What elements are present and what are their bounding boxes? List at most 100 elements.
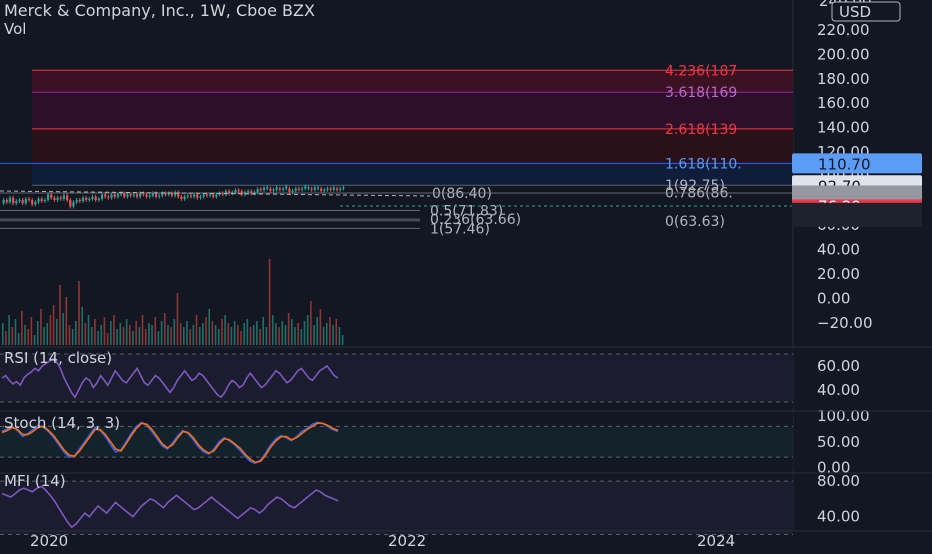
candle-body bbox=[266, 187, 269, 189]
candle-body bbox=[339, 188, 342, 190]
candle-body bbox=[221, 193, 224, 195]
candle-body bbox=[193, 194, 196, 197]
candle-body bbox=[12, 197, 15, 204]
candle-body bbox=[100, 194, 104, 199]
candle-body bbox=[161, 193, 164, 196]
volume-bar bbox=[160, 321, 163, 345]
candle-body bbox=[24, 198, 27, 204]
candle-body bbox=[215, 194, 218, 197]
chart-svg[interactable]: 4.236(1873.618(1692.618(1391.618(110.1(9… bbox=[0, 0, 932, 550]
price-tag-overlap bbox=[792, 212, 922, 227]
volume-bar bbox=[90, 327, 93, 345]
volume-bar bbox=[87, 315, 90, 345]
candle-body bbox=[50, 194, 53, 198]
volume-bar bbox=[170, 327, 172, 345]
volume-bar bbox=[84, 323, 87, 345]
candle-body bbox=[129, 194, 132, 196]
symbol-title[interactable]: Merck & Company, Inc., 1W, Cboe BZX bbox=[4, 2, 315, 20]
candle-body bbox=[291, 190, 294, 192]
rsi-label: RSI (14, close) bbox=[4, 349, 112, 367]
candle-body bbox=[158, 195, 161, 197]
candle-body bbox=[123, 193, 126, 197]
volume-bar bbox=[59, 285, 61, 345]
volume-bar bbox=[144, 329, 147, 345]
volume-bar bbox=[11, 327, 14, 345]
volume-bar bbox=[252, 325, 255, 345]
stoch-axis-label: 100.00 bbox=[817, 407, 870, 425]
candle-body bbox=[227, 191, 231, 194]
volume-bar bbox=[43, 327, 45, 345]
candle-body bbox=[288, 188, 291, 192]
volume-bar bbox=[192, 325, 195, 345]
candle-body bbox=[154, 193, 158, 197]
candle-body bbox=[313, 187, 316, 190]
volume-bar bbox=[141, 315, 144, 345]
volume-bar bbox=[173, 319, 176, 345]
volume-bar bbox=[30, 317, 33, 345]
candle-body bbox=[43, 199, 46, 202]
candle-body bbox=[120, 193, 123, 195]
volume-bar bbox=[189, 329, 191, 345]
volume-bar bbox=[227, 323, 230, 345]
volume-bar bbox=[154, 317, 157, 345]
candle-body bbox=[275, 187, 278, 190]
candle-body bbox=[326, 188, 329, 190]
candle-body bbox=[164, 193, 167, 195]
chart-stage[interactable]: 4.236(187 3.618(169 2.618(139 1.618(110. 1(9… bbox=[0, 0, 932, 550]
fib-ext-label: 3.618(169 bbox=[665, 85, 737, 101]
volume-bar bbox=[310, 301, 312, 345]
candle-body bbox=[323, 189, 326, 191]
candle-body bbox=[278, 188, 281, 190]
candle-body bbox=[126, 194, 129, 197]
time-axis-label: 2020 bbox=[30, 532, 68, 550]
candle-body bbox=[66, 195, 69, 200]
volume-bar bbox=[287, 313, 290, 345]
volume-bar bbox=[75, 321, 77, 345]
volume-bar bbox=[151, 325, 153, 345]
volume-bar bbox=[316, 317, 319, 345]
mfi-label: MFI (14) bbox=[4, 472, 66, 490]
fib-retr-label: 0(63.63) bbox=[665, 214, 725, 230]
candle-body bbox=[5, 199, 8, 203]
candle-body bbox=[46, 194, 50, 200]
candle-body bbox=[307, 187, 310, 189]
volume-bar bbox=[125, 319, 128, 345]
volume-bar bbox=[167, 325, 169, 345]
volume-bar bbox=[52, 305, 55, 345]
price-axis-tick-label: 180.00 bbox=[817, 70, 870, 88]
candle-body bbox=[88, 198, 91, 200]
volume-bar bbox=[246, 319, 249, 345]
mfi-axis-label: 40.00 bbox=[817, 508, 860, 526]
candle-body bbox=[316, 187, 320, 189]
candle-body bbox=[180, 196, 183, 199]
volume-bar bbox=[256, 321, 258, 345]
candle-body bbox=[53, 197, 56, 200]
candle-body bbox=[205, 194, 208, 196]
candle-body bbox=[94, 196, 97, 200]
candle-body bbox=[27, 198, 31, 200]
volume-bar bbox=[138, 327, 141, 345]
candle-body bbox=[34, 202, 37, 205]
volume-bar bbox=[335, 319, 338, 345]
volume-bar bbox=[284, 325, 287, 345]
candle-body bbox=[281, 188, 285, 190]
trend-line-dashed bbox=[0, 190, 431, 197]
candle-body bbox=[56, 197, 59, 200]
candle-body bbox=[167, 193, 170, 195]
volume-bar bbox=[113, 315, 115, 345]
volume-bar bbox=[259, 329, 261, 345]
volume-bar bbox=[27, 329, 30, 345]
candle-body bbox=[183, 196, 186, 199]
volume-bar bbox=[268, 259, 271, 345]
volume-bar bbox=[208, 309, 211, 345]
candle-body bbox=[310, 188, 313, 190]
candle-body bbox=[301, 188, 304, 190]
candle-body bbox=[97, 198, 100, 200]
candle-body bbox=[148, 195, 151, 197]
fib-ext-label: 2.618(139 bbox=[665, 122, 737, 138]
volume-bar bbox=[49, 315, 52, 345]
fib-ext-label: 0(86.40) bbox=[432, 186, 492, 202]
volume-bar bbox=[122, 327, 125, 345]
volume-bar bbox=[62, 313, 64, 345]
candle-body bbox=[262, 187, 266, 191]
